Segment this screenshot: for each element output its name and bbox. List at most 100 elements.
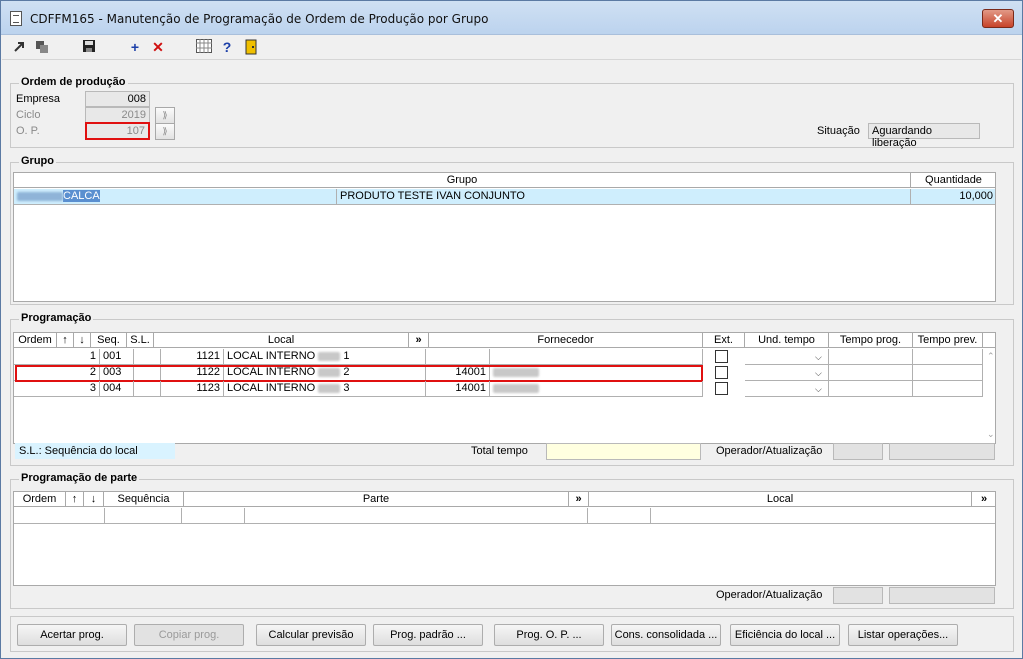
- und-tempo-col-header[interactable]: Und. tempo: [745, 333, 829, 348]
- prog-row-3-sl[interactable]: [134, 381, 161, 397]
- parte-operador-label: Operador/Atualização: [716, 589, 823, 601]
- operador-label: Operador/Atualização: [716, 445, 823, 457]
- prog-row-3-ordem[interactable]: 3: [14, 381, 100, 397]
- parte-move-up-icon[interactable]: ↑: [66, 492, 84, 507]
- calendar-icon[interactable]: [196, 39, 212, 55]
- expand-local-button[interactable]: »: [409, 333, 429, 348]
- scroll-col-header: [983, 333, 995, 348]
- prog-row-2-ext-checkbox[interactable]: [715, 366, 728, 379]
- plus-icon[interactable]: +: [127, 39, 143, 55]
- chevron-down-icon: ⌵: [815, 352, 822, 362]
- window-title: CDFFM165 - Manutenção de Programação de …: [30, 12, 489, 26]
- prog-row-2-und-combo[interactable]: ⌵: [745, 365, 829, 381]
- prog-row-3-ext-checkbox[interactable]: [715, 382, 728, 395]
- ordem-producao-title: Ordem de produção: [19, 76, 128, 88]
- scroll-down-icon[interactable]: ⌄: [987, 429, 995, 440]
- empresa-field[interactable]: 008: [85, 91, 150, 107]
- save-icon[interactable]: [81, 39, 97, 55]
- prog-row-3-und-combo[interactable]: ⌵: [745, 381, 829, 397]
- scroll-up-icon[interactable]: ⌃: [987, 351, 995, 362]
- delete-icon[interactable]: ✕: [150, 39, 166, 55]
- prog-row-1-ext-checkbox[interactable]: [715, 350, 728, 363]
- parte-grid[interactable]: Ordem ↑ ↓ Sequência Parte » Local » ⌄: [13, 491, 996, 586]
- client-area: Ordem de produção Empresa 008 Ciclo 2019…: [6, 63, 1017, 655]
- parte-col-header[interactable]: Parte: [184, 492, 569, 507]
- parte-local-col-header[interactable]: Local: [589, 492, 972, 507]
- move-down-icon[interactable]: ↓: [74, 333, 91, 348]
- parte-row-ordem[interactable]: [14, 508, 105, 524]
- prog-op-button[interactable]: Prog. O. P. ...: [494, 624, 604, 646]
- calcular-previsao-button[interactable]: Calcular previsão: [256, 624, 366, 646]
- op-lookup-button[interactable]: ⟫: [155, 123, 175, 140]
- parte-row-seq[interactable]: [105, 508, 182, 524]
- grupo-row-code[interactable]: CALCA: [14, 189, 337, 205]
- parte-row-parte-desc[interactable]: [245, 508, 588, 524]
- grupo-grid[interactable]: Grupo Quantidade CALCA PRODUTO TESTE IVA…: [13, 172, 996, 302]
- prog-row-1-und-combo[interactable]: ⌵: [745, 349, 829, 365]
- sl-col-header[interactable]: S.L.: [127, 333, 154, 348]
- parte-move-down-icon[interactable]: ↓: [84, 492, 104, 507]
- grupo-col-header[interactable]: Grupo: [14, 173, 911, 188]
- prog-row-2-tprog[interactable]: [829, 365, 913, 381]
- local-desc-text: LOCAL INTERNO: [227, 382, 316, 394]
- tempo-prog-col-header[interactable]: Tempo prog.: [829, 333, 913, 348]
- highlight-frame: [15, 365, 703, 382]
- parte-row-local-desc[interactable]: [651, 508, 995, 524]
- arrow-icon[interactable]: [12, 39, 28, 55]
- prog-row-1-tprog[interactable]: [829, 349, 913, 365]
- tempo-prev-col-header[interactable]: Tempo prev.: [913, 333, 983, 348]
- parte-row-parte-code[interactable]: [182, 508, 245, 524]
- expand-parte-button[interactable]: »: [569, 492, 589, 507]
- operador-field: [833, 443, 883, 460]
- ordem-col-header[interactable]: Ordem: [14, 333, 57, 348]
- close-button[interactable]: ✕: [982, 9, 1014, 28]
- prog-row-1-local-desc[interactable]: LOCAL INTERNO 1: [224, 349, 426, 365]
- toolbar: + ✕ ?: [2, 36, 1021, 60]
- prog-row-1-sl[interactable]: [134, 349, 161, 365]
- move-up-icon[interactable]: ↑: [57, 333, 74, 348]
- ciclo-field[interactable]: 2019: [85, 107, 150, 123]
- prog-row-1-seq[interactable]: 001: [100, 349, 134, 365]
- seq-col-header[interactable]: Seq.: [91, 333, 127, 348]
- local-col-header[interactable]: Local: [154, 333, 409, 348]
- local-suffix-text: 3: [343, 382, 350, 394]
- prog-row-1-forn-desc[interactable]: [490, 349, 703, 365]
- prog-row-1-tprev[interactable]: [913, 349, 983, 365]
- grupo-row-qtd[interactable]: 10,000: [911, 189, 995, 205]
- quantidade-col-header[interactable]: Quantidade: [911, 173, 995, 188]
- exit-icon[interactable]: [243, 39, 259, 55]
- chevron-down-icon: ⌵: [815, 384, 822, 394]
- prog-padrao-button[interactable]: Prog. padrão ...: [373, 624, 483, 646]
- blurred-text: [318, 383, 341, 393]
- fornecedor-col-header[interactable]: Fornecedor: [429, 333, 703, 348]
- prog-row-3-forn-code[interactable]: 14001: [426, 381, 490, 397]
- listar-operacoes-button[interactable]: Listar operações...: [848, 624, 958, 646]
- op-field[interactable]: 107: [85, 122, 150, 140]
- prog-row-2-tprev[interactable]: [913, 365, 983, 381]
- total-tempo-label: Total tempo: [471, 445, 528, 457]
- parte-operador-field: [833, 587, 883, 604]
- parte-row-local-code[interactable]: [588, 508, 651, 524]
- ext-col-header[interactable]: Ext.: [703, 333, 745, 348]
- copy-icon[interactable]: [34, 39, 50, 55]
- prog-row-3-local-desc[interactable]: LOCAL INTERNO 3: [224, 381, 426, 397]
- expand-parte-local-button[interactable]: »: [972, 492, 995, 507]
- prog-row-3-forn-desc[interactable]: [490, 381, 703, 397]
- prog-row-3-local-code[interactable]: 1123: [161, 381, 224, 397]
- prog-row-3-seq[interactable]: 004: [100, 381, 134, 397]
- copiar-prog-button[interactable]: Copiar prog.: [134, 624, 244, 646]
- prog-row-1-forn-code[interactable]: [426, 349, 490, 365]
- programacao-grid[interactable]: Ordem ↑ ↓ Seq. S.L. Local » Fornecedor E…: [13, 332, 996, 444]
- help-icon[interactable]: ?: [219, 39, 235, 55]
- prog-row-3-tprev[interactable]: [913, 381, 983, 397]
- parte-ordem-col-header[interactable]: Ordem: [14, 492, 66, 507]
- cons-consolidada-button[interactable]: Cons. consolidada ...: [611, 624, 721, 646]
- eficiencia-local-button[interactable]: Eficiência do local ...: [730, 624, 840, 646]
- sequencia-col-header[interactable]: Sequência: [104, 492, 184, 507]
- prog-row-1-ordem[interactable]: 1: [14, 349, 100, 365]
- acertar-prog-button[interactable]: Acertar prog.: [17, 624, 127, 646]
- ciclo-lookup-button[interactable]: ⟫: [155, 107, 175, 124]
- grupo-row-desc[interactable]: PRODUTO TESTE IVAN CONJUNTO: [337, 189, 911, 205]
- prog-row-1-local-code[interactable]: 1121: [161, 349, 224, 365]
- prog-row-3-tprog[interactable]: [829, 381, 913, 397]
